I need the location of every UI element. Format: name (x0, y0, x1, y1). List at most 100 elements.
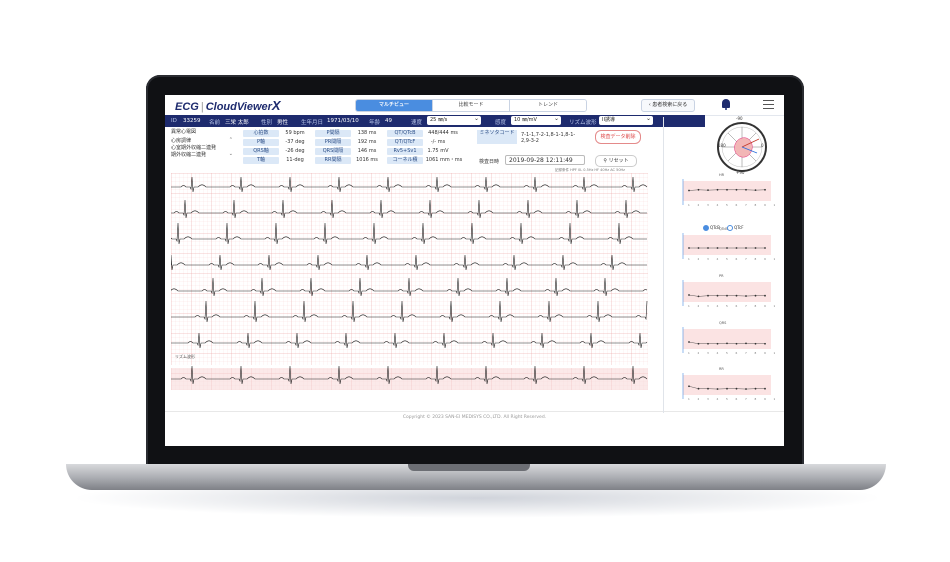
svg-text:8: 8 (755, 203, 757, 207)
hamburger-menu-icon[interactable] (763, 100, 774, 112)
svg-text:4: 4 (717, 203, 719, 207)
diagnosis-item: 異常心電図 (171, 129, 197, 135)
exam-datetime-label: 検査日時 (479, 159, 500, 165)
p-axis-label: P軸 (243, 139, 279, 146)
svg-text:1: 1 (688, 351, 690, 355)
qrs-axis-value: -26 deg (285, 148, 305, 154)
svg-text:5: 5 (726, 257, 728, 261)
svg-text:6: 6 (736, 304, 738, 308)
svg-text:3: 3 (707, 397, 709, 401)
qrs-duration-label: QRS間隔 (315, 148, 351, 155)
qrs-axis-label: QRS軸 (243, 148, 279, 155)
svg-text:4: 4 (717, 257, 719, 261)
logo-ecg: ECG (175, 101, 199, 113)
diagnosis-list: 異常心電図 心房調律 心室期外収縮二連発 期外収縮二連発 ⌃ ⌄ (171, 129, 235, 159)
svg-text:8: 8 (755, 397, 757, 401)
svg-text:7: 7 (745, 257, 747, 261)
tab-compare[interactable]: 比較モード (432, 100, 509, 111)
svg-text:9: 9 (764, 257, 766, 261)
trend-chart-hr[interactable]: HR 1 2 3 4 5 6 7 8 9 10 (675, 173, 776, 211)
reset-label: リセット (608, 158, 629, 164)
trend-chart-title: PR (719, 274, 724, 278)
chevron-up-icon[interactable]: ⌃ (229, 137, 233, 144)
patient-sex: 男性 (277, 120, 289, 126)
axis-label-right: 0 (761, 143, 764, 148)
svg-text:6: 6 (736, 203, 738, 207)
cornell-value: 1061 mm・ms (425, 157, 463, 163)
svg-text:5: 5 (726, 351, 728, 355)
svg-text:6: 6 (736, 397, 738, 401)
trend-chart-title: RR (719, 367, 724, 371)
trend-chart-qrs[interactable]: QRS 1 2 3 4 5 6 7 8 9 10 (675, 321, 776, 359)
svg-text:9: 9 (764, 351, 766, 355)
qrs-duration-value: 146 ms (357, 148, 377, 154)
svg-text:7: 7 (745, 304, 747, 308)
hr-value: 59 bpm (285, 130, 305, 136)
sensitivity-label: 感度 (495, 120, 507, 126)
radio-qtcb[interactable]: QTcB (703, 225, 720, 231)
patient-age: 49 (385, 118, 392, 124)
svg-text:2: 2 (698, 351, 700, 355)
bell-icon[interactable] (722, 99, 730, 110)
chevron-down-icon[interactable]: ⌄ (229, 151, 233, 158)
svg-text:8: 8 (755, 304, 757, 308)
svg-text:5: 5 (726, 203, 728, 207)
svg-text:1: 1 (688, 397, 690, 401)
rhythm-select[interactable]: II誘導 (599, 114, 653, 125)
patient-id-label: ID (171, 118, 177, 124)
svg-text:5: 5 (726, 304, 728, 308)
svg-text:4: 4 (717, 351, 719, 355)
svg-text:9: 9 (764, 397, 766, 401)
app-header: ECG | CloudViewerX マルチビュー 比較モード トレンド ‹ 患者検… (165, 95, 784, 116)
rhythm-label: リズム波形 (569, 120, 597, 126)
cardiac-axis-dial: -90 +90 180 0 (717, 116, 767, 175)
rv5sv1-label: Rv5+Sv1 (387, 148, 423, 155)
sensitivity-select[interactable]: 10 ㎜/mV (511, 114, 561, 125)
back-to-search-button[interactable]: ‹ 患者検索に戻る (641, 99, 695, 112)
qtcb-value: 448/444 ms (428, 130, 458, 136)
svg-text:2: 2 (698, 203, 700, 207)
svg-text:7: 7 (745, 397, 747, 401)
svg-text:7: 7 (745, 203, 747, 207)
speed-label: 速度 (411, 120, 423, 126)
delete-exam-button[interactable]: 検査データ削除 (595, 130, 641, 144)
axis-label-top: -90 (736, 116, 743, 121)
speed-select[interactable]: 25 ㎜/s (427, 114, 481, 125)
svg-text:3: 3 (707, 351, 709, 355)
radio-qtcf[interactable]: QTcF (727, 225, 744, 231)
tab-multiview[interactable]: マルチビュー (356, 100, 432, 111)
cornell-label: コーネル積 (387, 157, 423, 164)
app-logo[interactable]: ECG | CloudViewerX (175, 98, 281, 113)
trend-chart-qtcb[interactable]: QTcB 1 2 3 4 5 6 7 8 9 10 (675, 227, 775, 265)
svg-text:10: 10 (774, 397, 776, 401)
laptop-notch (408, 464, 530, 471)
axis-label-left: 180 (718, 143, 726, 148)
p-duration-label: P間隔 (315, 130, 351, 137)
mode-switcher: マルチビュー 比較モード トレンド (355, 99, 587, 112)
svg-text:10: 10 (774, 351, 776, 355)
ecg-waveform-grid[interactable] (171, 173, 648, 410)
patient-dob-label: 生年月日 (301, 120, 324, 126)
exam-datetime-select[interactable]: 2019-09-28 12:11:49 (505, 155, 585, 165)
rr-value: 1016 ms (356, 157, 378, 163)
logo-cloudviewer: CloudViewer (205, 101, 272, 113)
svg-text:2: 2 (698, 257, 700, 261)
app-screen: ECG | CloudViewerX マルチビュー 比較モード トレンド ‹ 患者検… (165, 95, 784, 446)
patient-name-label: 名前 (209, 120, 221, 126)
logo-x: X (271, 98, 281, 113)
trend-chart-rr[interactable]: RR 1 2 3 4 5 6 7 8 9 10 (675, 367, 776, 405)
minnesota-label: ミネソタコード (477, 130, 517, 144)
tab-trend[interactable]: トレンド (509, 100, 586, 111)
pr-label: PR間隔 (315, 139, 351, 146)
diagnosis-item: 期外収縮二連発 (171, 152, 207, 158)
svg-text:10: 10 (774, 203, 776, 207)
minnesota-code: 7-1-1,7-2-1,8-1-1,8-1-2,9-3-2 (521, 132, 576, 144)
t-axis-value: 11-deg (286, 157, 304, 163)
reset-button[interactable]: ⚲ リセット (595, 155, 637, 167)
svg-text:2: 2 (698, 397, 700, 401)
search-icon: ⚲ (603, 158, 608, 164)
qtc-radio-group: QTcB QTcF (703, 225, 750, 231)
trend-chart-pr[interactable]: PR 1 2 3 4 5 6 7 8 9 10 (675, 274, 775, 312)
svg-text:4: 4 (717, 304, 719, 308)
svg-text:8: 8 (755, 351, 757, 355)
